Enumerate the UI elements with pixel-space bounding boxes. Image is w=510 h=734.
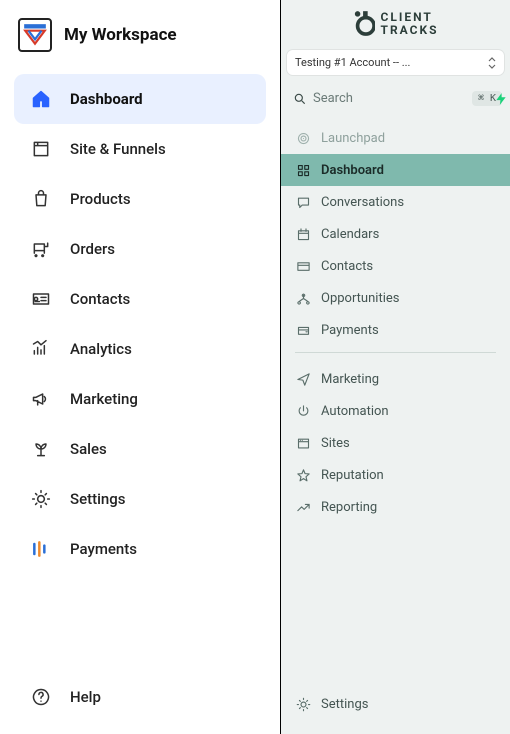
trend-icon xyxy=(295,499,311,515)
clickfunnels-logo-icon xyxy=(18,18,52,52)
account-selector[interactable]: Testing #1 Account -- ... xyxy=(287,50,504,75)
sidebar-item-help[interactable]: Help xyxy=(14,672,266,722)
payments-icon xyxy=(30,538,52,560)
cart-icon xyxy=(30,238,52,260)
sidebar-item-site-funnels[interactable]: Site & Funnels xyxy=(14,124,266,174)
sidebar-item-dashboard[interactable]: Dashboard xyxy=(281,154,510,186)
spacer xyxy=(14,574,266,672)
sidebar-item-calendars[interactable]: Calendars xyxy=(281,218,510,250)
sidebar-item-label: Conversations xyxy=(321,195,404,210)
sidebar-item-label: Help xyxy=(70,688,101,706)
analytics-icon xyxy=(30,338,52,360)
sidebar-item-launchpad[interactable]: Launchpad xyxy=(281,122,510,154)
plant-icon xyxy=(30,438,52,460)
search-input[interactable]: Search xyxy=(287,85,466,112)
sidebar-item-settings[interactable]: Settings xyxy=(14,474,266,524)
sidebar-item-label: Dashboard xyxy=(70,90,143,108)
sidebar-item-settings[interactable]: Settings xyxy=(281,688,510,720)
sidebar-item-label: Payments xyxy=(321,323,379,338)
sidebar-item-analytics[interactable]: Analytics xyxy=(14,324,266,374)
sidebar-item-sites[interactable]: Sites xyxy=(281,427,510,459)
id-card-icon xyxy=(30,288,52,310)
chat-icon xyxy=(295,194,311,210)
sidebar-item-label: Contacts xyxy=(70,290,130,308)
sidebar-item-orders[interactable]: Orders xyxy=(14,224,266,274)
chevron-updown-icon xyxy=(488,57,496,69)
sidebar-item-marketing[interactable]: Marketing xyxy=(281,363,510,395)
workspace-header: My Workspace xyxy=(0,0,280,74)
sidebar-item-label: Dashboard xyxy=(321,163,384,178)
wallet-icon xyxy=(295,322,311,338)
sidebar-item-label: Sites xyxy=(321,436,350,451)
network-icon xyxy=(295,290,311,306)
sidebar-item-label: Orders xyxy=(70,240,115,258)
sidebar-item-sales[interactable]: Sales xyxy=(14,424,266,474)
sidebar-item-label: Contacts xyxy=(321,259,373,274)
sidebar-item-label: Marketing xyxy=(70,390,138,408)
sidebar-item-label: Marketing xyxy=(321,372,379,387)
brand-line2: TRACKS xyxy=(381,24,439,37)
sidebar-item-dashboard[interactable]: Dashboard xyxy=(14,74,266,124)
sidebar-item-label: Analytics xyxy=(70,340,132,358)
search-placeholder: Search xyxy=(313,91,460,106)
sidebar-item-contacts[interactable]: Contacts xyxy=(281,250,510,282)
sidebar-item-label: Launchpad xyxy=(321,131,385,146)
right-nav: Launchpad Dashboard Conversations Calendars… xyxy=(281,122,510,523)
sidebar-item-payments[interactable]: Payments xyxy=(281,314,510,346)
sidebar-item-label: Site & Funnels xyxy=(70,140,166,158)
sidebar-item-label: Settings xyxy=(321,697,368,712)
calendar-icon xyxy=(295,226,311,242)
bag-icon xyxy=(30,188,52,210)
sidebar-item-automation[interactable]: Automation xyxy=(281,395,510,427)
bolt-icon[interactable] xyxy=(494,92,508,106)
workspace-title: My Workspace xyxy=(64,25,177,45)
card-icon xyxy=(295,258,311,274)
sidebar-item-label: Reputation xyxy=(321,468,384,483)
megaphone-icon xyxy=(30,388,52,410)
send-icon xyxy=(295,371,311,387)
target-icon xyxy=(295,130,311,146)
sidebar-item-reputation[interactable]: Reputation xyxy=(281,459,510,491)
power-icon xyxy=(295,403,311,419)
gear-icon xyxy=(295,696,311,712)
grid-icon xyxy=(295,162,311,178)
browser-icon xyxy=(295,435,311,451)
sidebar-item-reporting[interactable]: Reporting xyxy=(281,491,510,523)
sidebar-item-contacts[interactable]: Contacts xyxy=(14,274,266,324)
sidebar-item-conversations[interactable]: Conversations xyxy=(281,186,510,218)
left-sidebar: My Workspace Dashboard Site & Funnels Prod… xyxy=(0,0,280,734)
sidebar-item-label: Reporting xyxy=(321,500,377,515)
sidebar-item-label: Payments xyxy=(70,540,137,558)
divider xyxy=(295,352,496,353)
client-tracks-logo-icon xyxy=(353,8,375,40)
sidebar-item-products[interactable]: Products xyxy=(14,174,266,224)
home-icon xyxy=(30,88,52,110)
window-icon xyxy=(30,138,52,160)
search-icon xyxy=(293,92,307,106)
sidebar-item-payments[interactable]: Payments xyxy=(14,524,266,574)
sidebar-item-label: Settings xyxy=(70,490,126,508)
sidebar-item-label: Sales xyxy=(70,440,107,458)
star-icon xyxy=(295,467,311,483)
search-row: Search ⌘ K xyxy=(287,85,504,112)
account-label: Testing #1 Account -- ... xyxy=(295,56,410,69)
client-tracks-brand: CLIENT TRACKS xyxy=(281,0,510,42)
sidebar-item-opportunities[interactable]: Opportunities xyxy=(281,282,510,314)
help-icon xyxy=(30,686,52,708)
gear-icon xyxy=(30,488,52,510)
sidebar-item-marketing[interactable]: Marketing xyxy=(14,374,266,424)
sidebar-item-label: Opportunities xyxy=(321,291,399,306)
right-bottom: Settings xyxy=(281,688,510,734)
right-sidebar: CLIENT TRACKS Testing #1 Account -- ... … xyxy=(280,0,510,734)
sidebar-item-label: Calendars xyxy=(321,227,379,242)
left-nav: Dashboard Site & Funnels Products Orders Con… xyxy=(0,74,280,734)
sidebar-item-label: Products xyxy=(70,190,131,208)
sidebar-item-label: Automation xyxy=(321,404,389,419)
